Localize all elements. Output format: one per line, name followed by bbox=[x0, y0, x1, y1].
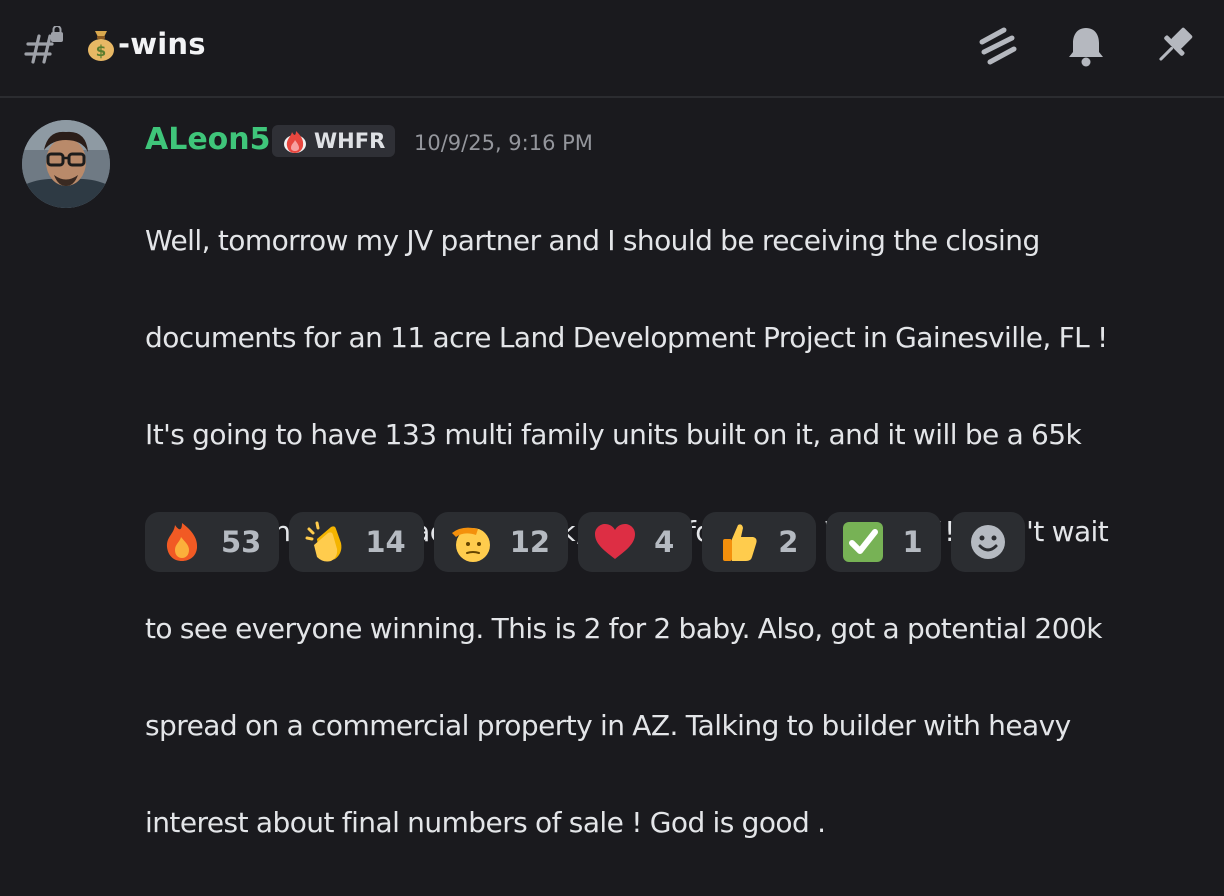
reaction-fire[interactable]: 53 bbox=[145, 512, 280, 572]
smiley-add-reaction-icon bbox=[970, 525, 1005, 559]
reaction-check-mark-button[interactable]: 1 bbox=[826, 512, 941, 572]
bell-icon[interactable] bbox=[1062, 22, 1110, 70]
svg-text:$: $ bbox=[96, 42, 106, 60]
reaction-count: 14 bbox=[365, 525, 406, 559]
reaction-count: 2 bbox=[778, 525, 799, 559]
thumbs-up-icon bbox=[723, 524, 757, 561]
fire-icon bbox=[284, 131, 306, 153]
reaction-count: 53 bbox=[221, 525, 262, 559]
author-username[interactable]: ALeon5 bbox=[145, 122, 271, 157]
reaction-count: 12 bbox=[509, 525, 551, 559]
add-reaction-button[interactable] bbox=[950, 512, 1025, 572]
threads-icon[interactable] bbox=[974, 22, 1022, 70]
message-line: interest about final numbers of sale ! G… bbox=[145, 805, 826, 839]
check-mark-button-icon bbox=[843, 522, 884, 562]
red-heart-icon bbox=[595, 524, 636, 559]
reaction-clapping-hands[interactable]: 14 bbox=[289, 512, 424, 572]
message: ALeon5 WHFR 10/9/25, 9:16 PM Well, tomor… bbox=[0, 98, 1224, 839]
money-bag-icon: $ bbox=[88, 31, 114, 61]
reaction-count: 4 bbox=[654, 525, 675, 559]
message-line: documents for an 11 acre Land Developmen… bbox=[145, 320, 1108, 354]
message-line: to see everyone winning. This is 2 for 2… bbox=[145, 611, 1102, 645]
server-tag-label: WHFR bbox=[314, 129, 386, 153]
reaction-saluting-face[interactable]: 12 bbox=[433, 512, 569, 572]
message-timestamp[interactable]: 10/9/25, 9:16 PM bbox=[414, 131, 593, 155]
avatar[interactable] bbox=[22, 120, 110, 208]
server-tag[interactable]: WHFR bbox=[272, 125, 396, 157]
saluting-face-icon bbox=[451, 527, 490, 562]
reaction-red-heart[interactable]: 4 bbox=[578, 512, 693, 572]
fire-icon bbox=[166, 523, 198, 561]
message-line: Well, tomorrow my JV partner and I shoul… bbox=[145, 223, 1040, 257]
message-line: It's going to have 133 multi family unit… bbox=[145, 417, 1082, 451]
channel-name[interactable]: -wins bbox=[118, 27, 206, 61]
reactions-bar: 53 14 12 4 2 1 bbox=[145, 512, 1025, 572]
pin-icon[interactable] bbox=[1150, 22, 1198, 70]
message-line: spread on a commercial property in AZ. T… bbox=[145, 708, 1071, 742]
reaction-thumbs-up[interactable]: 2 bbox=[702, 512, 817, 572]
clapping-hands-icon bbox=[305, 521, 342, 562]
channel-header: $ -wins bbox=[0, 0, 1224, 98]
hash-lock-icon bbox=[24, 26, 63, 64]
reaction-count: 1 bbox=[902, 525, 923, 559]
